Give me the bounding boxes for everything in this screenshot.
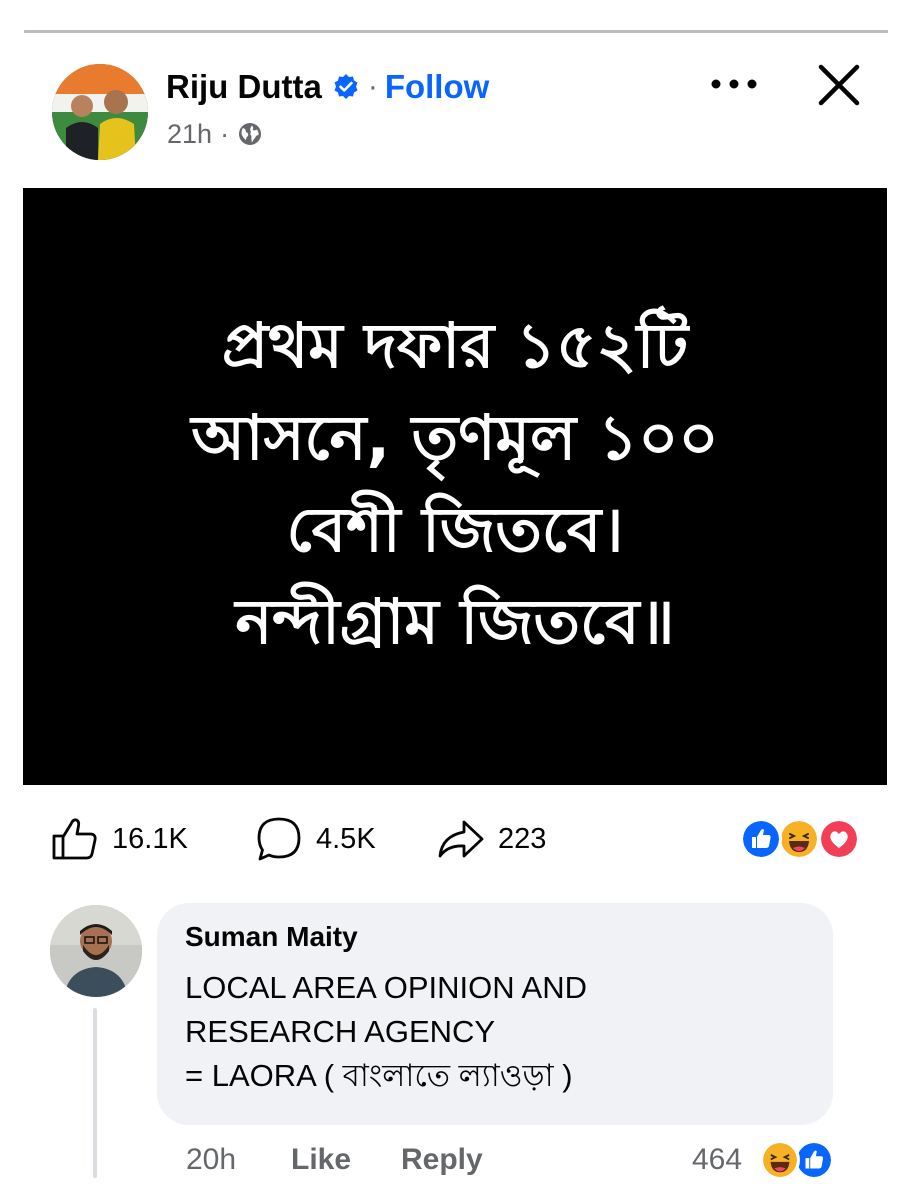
more-options-icon[interactable] <box>706 66 762 102</box>
verified-badge-icon <box>334 74 358 99</box>
globe-icon <box>239 123 262 145</box>
comment-bubble-icon <box>257 817 301 861</box>
comment-thread-line <box>93 1008 97 1178</box>
like-reaction-icon <box>794 1140 834 1180</box>
like-reaction-icon <box>740 818 782 860</box>
comment-count: 4.5K <box>316 822 376 855</box>
haha-reaction-icon <box>760 1140 800 1180</box>
comment-action-button[interactable]: 4.5K <box>254 814 376 864</box>
post-image-line: বেশী জিতবে। <box>286 493 624 566</box>
comment-line: = LAORA ( বাংলাতে ল্যাওড়া ) <box>185 1058 573 1093</box>
post-reactions[interactable] <box>740 818 862 860</box>
comment-reaction-count[interactable]: 464 <box>692 1138 742 1182</box>
love-reaction-icon <box>818 818 860 860</box>
author-row: Riju Dutta · Follow <box>166 66 489 108</box>
comment-time[interactable]: 20h <box>186 1138 236 1182</box>
post-image[interactable]: প্রথম দফার ১৫২টি আসনে, তৃণমূল ১০০ বেশী জ… <box>23 188 887 785</box>
share-action-button[interactable]: 223 <box>436 814 546 864</box>
post-image-text: প্রথম দফার ১৫২টি আসনে, তৃণমূল ১০০ বেশী জ… <box>23 300 887 668</box>
separator-dot: · <box>220 118 230 149</box>
post-time[interactable]: 21h <box>167 119 212 150</box>
comment-line: RESEARCH AGENCY <box>185 1014 496 1049</box>
author-avatar[interactable] <box>52 64 148 160</box>
post-image-line: প্রথম দফার ১৫২টি <box>221 309 689 382</box>
like-action-button[interactable]: 16.1K <box>50 814 188 864</box>
comment-line: LOCAL AREA OPINION AND <box>185 970 587 1005</box>
commenter-avatar[interactable] <box>50 905 142 997</box>
comment-text: LOCAL AREA OPINION AND RESEARCH AGENCY =… <box>185 966 815 1098</box>
author-name[interactable]: Riju Dutta <box>166 68 322 106</box>
top-divider <box>24 30 888 33</box>
post-image-line: নন্দীগ্রাম জিতবে॥ <box>235 585 675 658</box>
comment-reactions[interactable] <box>760 1140 836 1180</box>
share-count: 223 <box>498 822 547 855</box>
haha-reaction-icon <box>778 818 820 860</box>
comment-like-button[interactable]: Like <box>291 1138 351 1182</box>
close-icon[interactable] <box>812 58 866 112</box>
follow-button[interactable]: Follow <box>385 68 489 106</box>
comment-bubble[interactable]: Suman Maity LOCAL AREA OPINION AND RESEA… <box>157 903 833 1125</box>
share-arrow-icon <box>438 820 484 858</box>
post-image-line: আসনে, তৃণমূল ১০০ <box>191 401 719 474</box>
like-count: 16.1K <box>112 822 188 855</box>
commenter-name[interactable]: Suman Maity <box>185 921 358 953</box>
comment-reply-button[interactable]: Reply <box>401 1138 483 1182</box>
post-meta: 21h · <box>167 116 263 152</box>
separator-dot: · <box>367 70 378 103</box>
thumbs-up-icon <box>52 818 97 860</box>
